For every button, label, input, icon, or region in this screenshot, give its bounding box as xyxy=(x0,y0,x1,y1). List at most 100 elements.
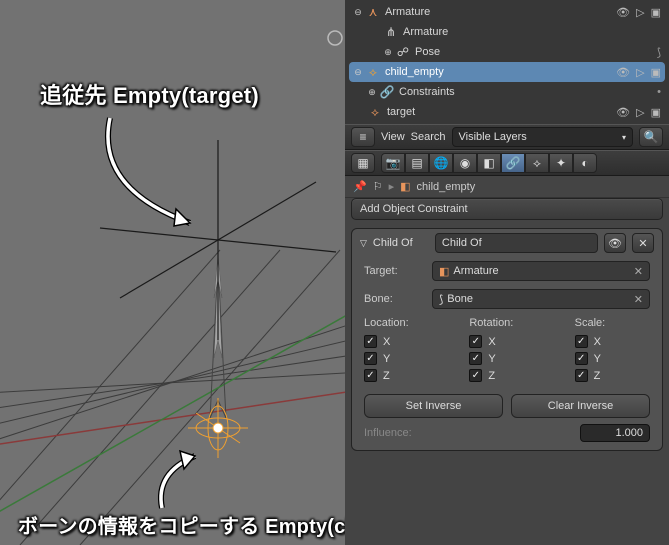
tab-render[interactable]: 📷 xyxy=(381,153,405,173)
editor-type-icon[interactable]: ≡ xyxy=(351,127,375,147)
check-scale-x[interactable]: ✓X xyxy=(575,333,650,350)
empty-icon: ⟡ xyxy=(367,105,383,120)
check-label: Y xyxy=(383,353,390,365)
slider-value: 1.000 xyxy=(615,427,643,439)
outliner-row[interactable]: ⟡ target 👁 ▷ ▣ xyxy=(349,102,665,122)
filter-dropdown[interactable]: Visible Layers ▾ xyxy=(452,127,633,147)
armature-data-icon: ⋔ xyxy=(383,25,399,39)
field-value: Armature xyxy=(453,265,498,277)
outliner-row[interactable]: ⋔ Armature xyxy=(349,22,665,42)
menu-search[interactable]: Search xyxy=(411,131,446,143)
visibility-icon[interactable]: 👁 xyxy=(616,66,630,79)
select-icon[interactable]: ▷ xyxy=(636,106,644,119)
menu-view[interactable]: View xyxy=(381,131,405,143)
constraint-name-input[interactable]: Child Of xyxy=(435,233,598,253)
outliner-header: ≡ View Search Visible Layers ▾ 🔍 xyxy=(345,124,669,150)
constraint-child-of: ▽ Child Of Child Of 👁 ✕ Target: ◧ Armatu… xyxy=(351,228,663,451)
check-label: Z xyxy=(594,370,601,382)
pose-icon: ☍ xyxy=(395,45,411,59)
set-inverse-button[interactable]: Set Inverse xyxy=(364,394,503,418)
tab-world[interactable]: ◉ xyxy=(453,153,477,173)
tab-layers[interactable]: ▤ xyxy=(405,153,429,173)
check-loc-x[interactable]: ✓X xyxy=(364,333,439,350)
pin-icon[interactable]: 📌 xyxy=(353,180,367,193)
clear-icon[interactable]: ✕ xyxy=(634,265,643,278)
outliner[interactable]: ⊖ ⋏ Armature 👁 ▷ ▣ ⋔ Armature ⊕ ☍ Pose ⟆… xyxy=(345,0,669,124)
visibility-icon[interactable]: 👁 xyxy=(616,6,630,19)
nav-gizmo[interactable] xyxy=(328,31,342,45)
tab-data[interactable]: ⟡ xyxy=(525,153,549,173)
bone-icon: ⟆ xyxy=(439,293,443,306)
clear-inverse-button[interactable]: Clear Inverse xyxy=(511,394,650,418)
influence-label: Influence: xyxy=(364,427,572,439)
breadcrumb-object[interactable]: child_empty xyxy=(417,181,476,193)
mute-icon[interactable]: 👁 xyxy=(604,233,626,253)
delete-icon[interactable]: ✕ xyxy=(632,233,654,253)
dropdown-label: Add Object Constraint xyxy=(360,203,468,215)
button-label: Set Inverse xyxy=(406,400,462,412)
visibility-icon[interactable]: 👁 xyxy=(616,106,630,119)
armature-icon: ⋏ xyxy=(365,5,381,19)
check-label: X xyxy=(594,336,601,348)
button-label: Clear Inverse xyxy=(548,400,613,412)
target-picker[interactable]: ◧ Armature ✕ xyxy=(432,261,650,281)
annotation-target: 追従先 Empty(target) xyxy=(40,78,259,110)
search-icon[interactable]: 🔍 xyxy=(639,127,663,147)
add-constraint-dropdown[interactable]: Add Object Constraint xyxy=(351,198,663,220)
outliner-row[interactable]: ⊕ 🔗 Constraints • xyxy=(349,82,665,102)
annotation-arrow-bottom xyxy=(150,448,230,518)
toggle-icon[interactable]: ⚐ xyxy=(373,180,383,193)
annotation-arrow-top xyxy=(80,108,230,248)
check-label: Y xyxy=(594,353,601,365)
outliner-row[interactable]: ⊖ ⋏ Armature 👁 ▷ ▣ xyxy=(349,2,665,22)
select-icon[interactable]: ▷ xyxy=(636,66,644,79)
tab-scene[interactable]: 🌐 xyxy=(429,153,453,173)
expand-icon[interactable]: ⊕ xyxy=(383,47,393,57)
check-label: X xyxy=(488,336,495,348)
check-rot-x[interactable]: ✓X xyxy=(469,333,544,350)
outliner-row[interactable]: ⊖ ⟡ child_empty 👁 ▷ ▣ xyxy=(349,62,665,82)
col-rotation-label: Rotation: xyxy=(469,317,544,329)
field-value: Bone xyxy=(447,293,473,305)
tab-physics[interactable]: ✦ xyxy=(549,153,573,173)
tab-material[interactable]: ◐ xyxy=(573,153,597,173)
select-icon[interactable]: ▷ xyxy=(636,6,644,19)
viewport-3d[interactable]: 追従先 Empty(target) ボーンの情報をコピーする Empty(chi… xyxy=(0,0,345,545)
check-loc-z[interactable]: ✓Z xyxy=(364,367,439,384)
breadcrumb: 📌 ⚐ ▸ ◧ child_empty xyxy=(345,176,669,198)
expand-icon[interactable]: ⊕ xyxy=(367,87,377,97)
check-scale-z[interactable]: ✓Z xyxy=(575,367,650,384)
editor-type-icon[interactable]: ▦ xyxy=(351,153,375,173)
render-icon[interactable]: ▣ xyxy=(651,6,661,19)
check-scale-y[interactable]: ✓Y xyxy=(575,350,650,367)
object-icon: ◧ xyxy=(400,180,410,193)
col-location-label: Location: xyxy=(364,317,439,329)
clear-icon[interactable]: ✕ xyxy=(634,293,643,306)
render-icon[interactable]: ▣ xyxy=(651,66,661,79)
check-label: Z xyxy=(488,370,495,382)
outliner-label: Pose xyxy=(413,46,647,58)
bone-picker[interactable]: ⟆ Bone ✕ xyxy=(432,289,650,309)
influence-slider[interactable]: 1.000 xyxy=(580,424,650,442)
tab-object[interactable]: ◧ xyxy=(477,153,501,173)
outliner-row[interactable]: ⊕ ☍ Pose ⟆ xyxy=(349,42,665,62)
properties-header: ▦ 📷 ▤ 🌐 ◉ ◧ 🔗 ⟡ ✦ ◐ xyxy=(345,150,669,176)
context-tabs: 📷 ▤ 🌐 ◉ ◧ 🔗 ⟡ ✦ ◐ xyxy=(381,153,597,173)
check-label: Y xyxy=(488,353,495,365)
bone-icon: ⟆ xyxy=(657,46,661,59)
collapse-icon[interactable]: ▽ xyxy=(360,238,367,249)
dropdown-label: Visible Layers xyxy=(459,131,527,143)
constraint-type-label: Child Of xyxy=(373,237,429,249)
check-loc-y[interactable]: ✓Y xyxy=(364,350,439,367)
bone-label: Bone: xyxy=(364,293,424,305)
target-label: Target: xyxy=(364,265,424,277)
expand-icon[interactable]: ⊖ xyxy=(353,7,363,17)
outliner-label: target xyxy=(385,106,616,118)
check-rot-z[interactable]: ✓Z xyxy=(469,367,544,384)
expand-icon[interactable]: ⊖ xyxy=(353,67,363,77)
tab-constraint[interactable]: 🔗 xyxy=(501,153,525,173)
render-icon[interactable]: ▣ xyxy=(651,106,661,119)
outliner-label: Constraints xyxy=(397,86,647,98)
check-rot-y[interactable]: ✓Y xyxy=(469,350,544,367)
constraint-icon: 🔗 xyxy=(379,85,395,99)
